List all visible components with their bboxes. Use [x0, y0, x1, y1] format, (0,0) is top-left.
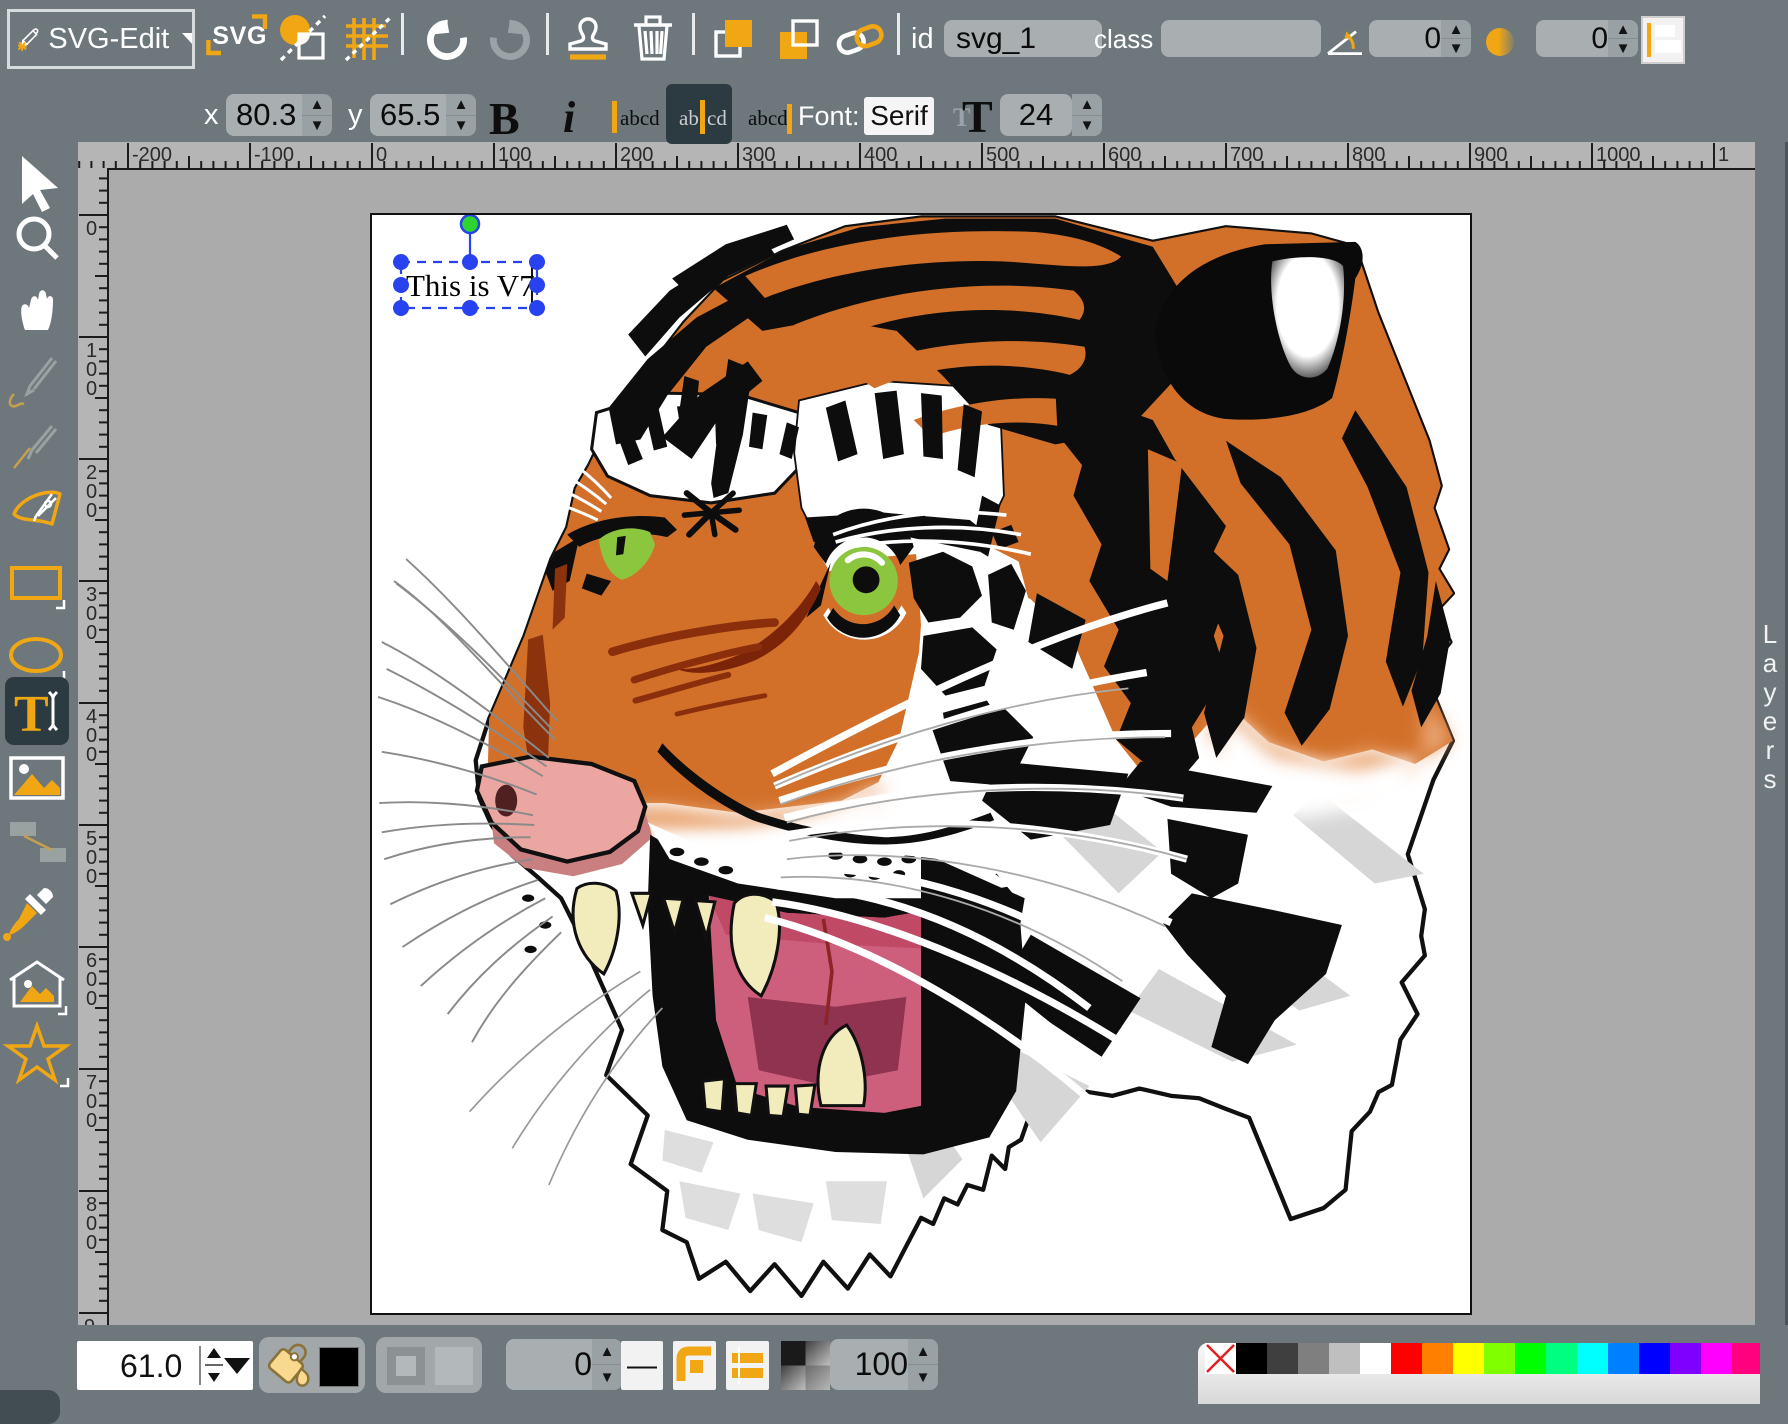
svg-text:0: 0 — [86, 988, 97, 1010]
svg-text:0: 0 — [376, 144, 387, 166]
svg-text:1: 1 — [1718, 144, 1729, 166]
svg-text:600: 600 — [1108, 144, 1141, 166]
svg-text:0: 0 — [86, 866, 97, 888]
svg-text:1000: 1000 — [1596, 144, 1641, 166]
svg-text:0: 0 — [86, 218, 97, 240]
svg-text:0: 0 — [86, 378, 97, 400]
svg-text:T: T — [14, 686, 49, 743]
svg-text:0: 0 — [86, 622, 97, 644]
svg-text:800: 800 — [1352, 144, 1385, 166]
svg-text:400: 400 — [864, 144, 897, 166]
svg-text:0: 0 — [86, 500, 97, 522]
svg-text:700: 700 — [1230, 144, 1263, 166]
svg-text:0: 0 — [86, 1232, 97, 1254]
svg-text:100: 100 — [498, 144, 531, 166]
svg-text:300: 300 — [742, 144, 775, 166]
svg-text:0: 0 — [86, 744, 97, 766]
svg-text:This is V7: This is V7 — [406, 268, 535, 303]
svg-text:900: 900 — [1474, 144, 1507, 166]
svg-text:200: 200 — [620, 144, 653, 166]
svg-text:0: 0 — [86, 1110, 97, 1132]
svg-text:SVG: SVG — [212, 22, 267, 50]
svg-text:500: 500 — [986, 144, 1019, 166]
